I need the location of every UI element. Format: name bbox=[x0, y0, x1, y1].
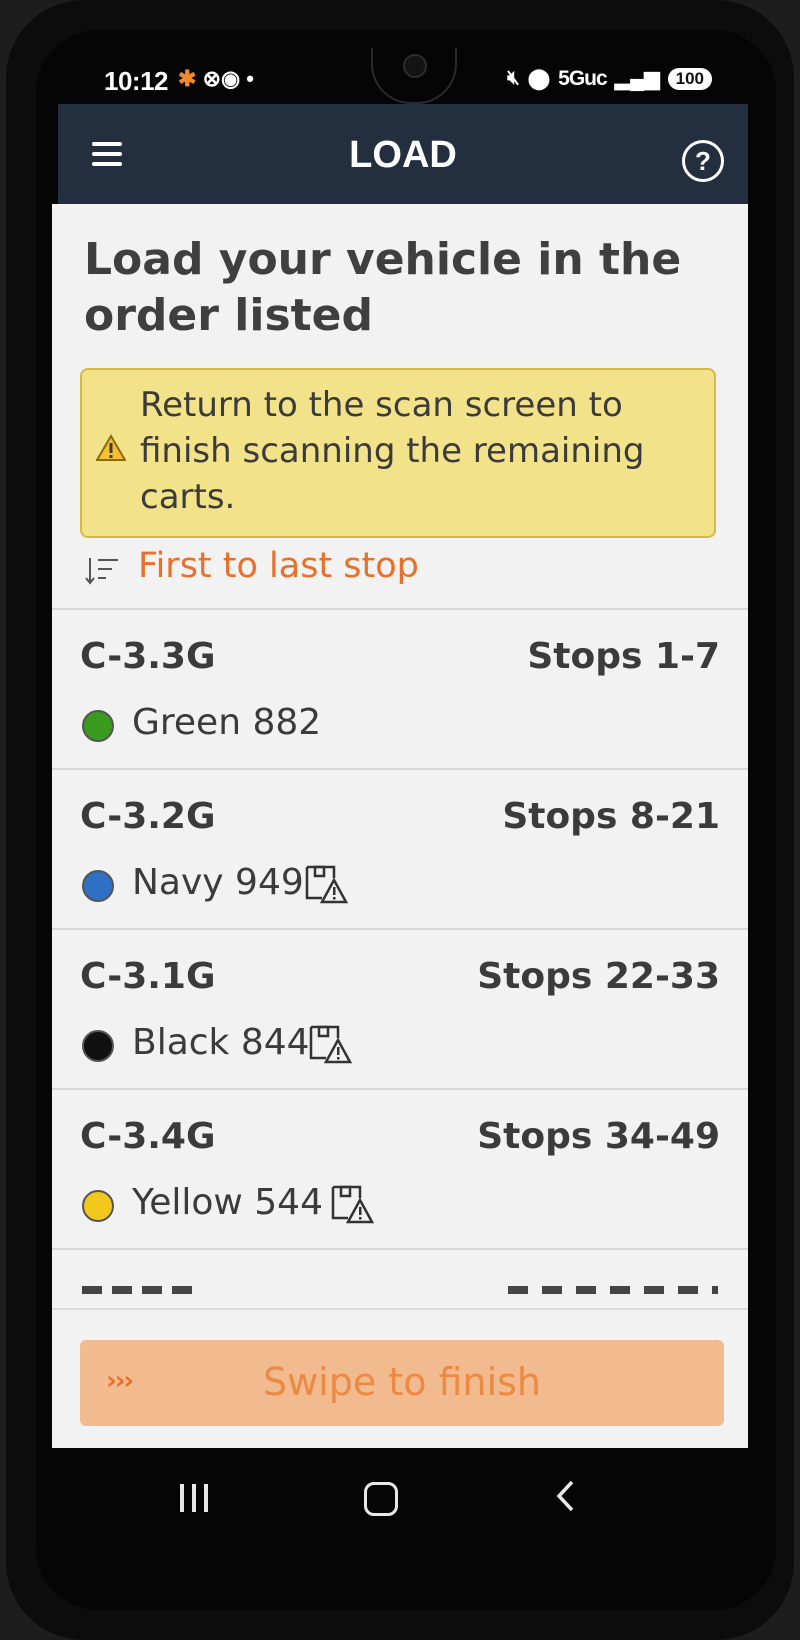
notification-icons: ⊗◉ • bbox=[202, 66, 255, 91]
cart-stops: Stops 22-33 bbox=[477, 956, 720, 997]
swipe-label: Swipe to finish bbox=[262, 1360, 542, 1404]
network-type: 5Guc bbox=[558, 66, 608, 90]
cart-stops: Stops 1-7 bbox=[527, 636, 720, 677]
cart-row[interactable]: C-3.2G Stops 8-21 Navy 949 bbox=[52, 768, 748, 928]
system-nav-bar bbox=[46, 1448, 752, 1558]
cart-code: C-3.2G bbox=[80, 796, 216, 837]
page-title: Load your vehicle in the order listed bbox=[84, 234, 682, 341]
status-right-icons: 🔇︎ ⬤ 5Guc ▂▄▆ 100 bbox=[507, 66, 712, 91]
cart-code-cutoff bbox=[82, 1286, 202, 1294]
camera-notch bbox=[371, 48, 457, 104]
damaged-package-icon bbox=[304, 864, 349, 910]
cart-stops: Stops 8-21 bbox=[502, 796, 720, 837]
damaged-package-icon bbox=[330, 1184, 375, 1230]
cart-color-label: Black 844 bbox=[132, 1022, 310, 1063]
cart-color-label: Green 882 bbox=[132, 702, 322, 743]
location-icon: ⬤ bbox=[527, 68, 551, 90]
cart-color-label: Navy 949 bbox=[132, 862, 304, 903]
warning-triangle-icon bbox=[95, 434, 127, 466]
cart-stops-cutoff bbox=[508, 1286, 718, 1294]
cart-row[interactable]: C-3.1G Stops 22-33 Black 844 bbox=[52, 928, 748, 1088]
swipe-footer: ››› Swipe to finish bbox=[52, 1308, 748, 1450]
camera-icon bbox=[403, 54, 427, 78]
back-icon[interactable] bbox=[554, 1478, 578, 1518]
home-icon[interactable] bbox=[364, 1482, 398, 1516]
recent-apps-icon[interactable] bbox=[180, 1484, 210, 1512]
cart-code: C-3.1G bbox=[80, 956, 216, 997]
warning-banner: Return to the scan screen to finish scan… bbox=[80, 368, 716, 538]
sort-label[interactable]: First to last stop bbox=[138, 546, 419, 586]
bluetooth-icon: ✱ bbox=[178, 66, 197, 91]
status-bar: 10:12 ✱ ⊗◉ • 🔇︎ ⬤ 5Guc ▂▄▆ 100 bbox=[46, 48, 752, 106]
cart-code: C-3.3G bbox=[80, 636, 216, 677]
main-content: Load your vehicle in the order listed Re… bbox=[52, 204, 748, 1324]
page-header-title: LOAD bbox=[349, 134, 457, 176]
swipe-to-finish-slider[interactable]: ››› Swipe to finish bbox=[80, 1340, 724, 1426]
cart-color-label: Yellow 544 bbox=[132, 1182, 323, 1223]
phone-screen: 10:12 ✱ ⊗◉ • 🔇︎ ⬤ 5Guc ▂▄▆ 100 LOAD ? Lo… bbox=[46, 48, 752, 1598]
warning-message: Return to the scan screen to finish scan… bbox=[140, 385, 645, 517]
status-time: 10:12 bbox=[104, 66, 169, 96]
cart-row[interactable]: C-3.3G Stops 1-7 Green 882 bbox=[52, 608, 748, 768]
help-circle-icon[interactable]: ? bbox=[682, 140, 724, 182]
cart-row-partial[interactable] bbox=[52, 1248, 748, 1310]
battery-level: 100 bbox=[667, 67, 712, 90]
cart-color-dot bbox=[82, 710, 114, 742]
signal-icon: ▂▄▆ bbox=[614, 68, 660, 90]
app-header: LOAD ? bbox=[58, 104, 748, 204]
sort-descending-icon bbox=[84, 556, 120, 590]
cart-stops: Stops 34-49 bbox=[477, 1116, 720, 1157]
cart-color-dot bbox=[82, 870, 114, 902]
damaged-package-icon bbox=[308, 1024, 353, 1070]
cart-code: C-3.4G bbox=[80, 1116, 216, 1157]
cart-row[interactable]: C-3.4G Stops 34-49 Yellow 544 bbox=[52, 1088, 748, 1248]
cart-list: C-3.3G Stops 1-7 Green 882 C-3.2G Stops … bbox=[52, 608, 748, 1310]
status-left-icons: ✱ ⊗◉ • bbox=[178, 66, 254, 92]
cart-color-dot bbox=[82, 1030, 114, 1062]
cart-color-dot bbox=[82, 1190, 114, 1222]
mute-icon: 🔇︎ bbox=[507, 67, 520, 89]
